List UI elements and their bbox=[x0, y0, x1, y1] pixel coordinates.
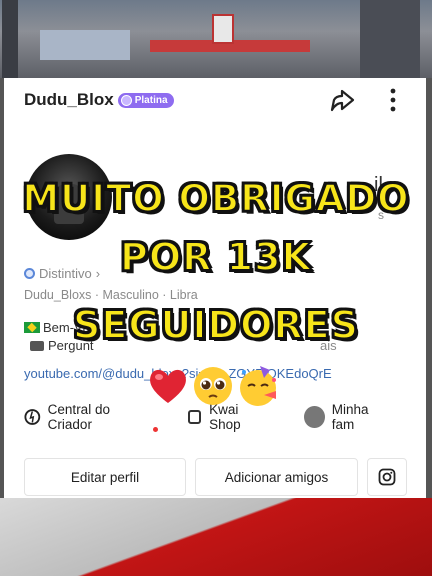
background-top bbox=[0, 0, 432, 78]
minha-familia-button[interactable]: Minha fam bbox=[304, 402, 390, 432]
gem-icon bbox=[120, 94, 132, 106]
overlay-caption-line-2: POR 13K bbox=[119, 234, 312, 280]
add-friends-button[interactable]: Adicionar amigos bbox=[195, 458, 358, 496]
more-options-icon[interactable] bbox=[386, 86, 400, 114]
minha-familia-label: Minha fam bbox=[331, 402, 369, 432]
badge-label: Platina bbox=[134, 94, 168, 106]
red-heart-emoji bbox=[150, 369, 186, 403]
avatar-icon bbox=[304, 406, 325, 428]
instagram-icon bbox=[378, 468, 396, 486]
profile-card: Dudu_Blox Platina il s Distintivo › Dudu… bbox=[4, 78, 426, 498]
background-right bbox=[426, 78, 432, 498]
platina-badge[interactable]: Platina bbox=[117, 92, 174, 108]
username: Dudu_Blox bbox=[24, 90, 114, 109]
creator-center-label: Central do Criador bbox=[47, 402, 110, 432]
notification-dot bbox=[152, 427, 158, 432]
profile-buttons: Editar perfil Adicionar amigos bbox=[24, 458, 407, 496]
location-icon bbox=[24, 409, 41, 425]
overlay-caption-line-1: MUITO OBRIGADO bbox=[21, 176, 410, 221]
background-sign bbox=[212, 14, 234, 44]
edit-profile-button[interactable]: Editar perfil bbox=[24, 458, 186, 496]
background-pole bbox=[2, 0, 18, 78]
share-icon[interactable] bbox=[328, 86, 356, 114]
profile-info-line: Dudu_Bloxs · Masculino · Libra bbox=[24, 288, 198, 302]
instagram-button[interactable] bbox=[367, 458, 407, 496]
background-bottom bbox=[0, 498, 432, 576]
profile-header: Dudu_Blox Platina bbox=[24, 88, 174, 112]
overlay-emojis bbox=[146, 364, 281, 408]
creator-center-button[interactable]: Central do Criador bbox=[24, 402, 158, 432]
bag-icon bbox=[187, 410, 202, 424]
party-face-emoji bbox=[240, 366, 276, 406]
background-window bbox=[40, 30, 130, 60]
overlay-caption-line-3: SEGUIDORES bbox=[72, 302, 359, 348]
pleading-face-emoji bbox=[194, 367, 232, 405]
background-pole bbox=[360, 0, 420, 78]
